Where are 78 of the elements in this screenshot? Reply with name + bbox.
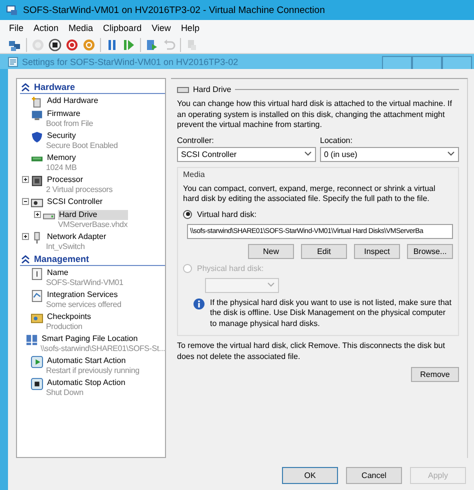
tree-item-detail: Restart if previously running xyxy=(46,366,140,376)
description-text: You can compact, convert, expand, merge, reconnect or shrink a virtual hard disk by editing the associated file. Specify the full path to the file. xyxy=(183,184,436,204)
media-button[interactable]: Inspect xyxy=(354,244,400,258)
collapse-icon[interactable] xyxy=(21,82,30,92)
security-icon xyxy=(31,130,43,142)
menu-item[interactable]: Help xyxy=(176,23,204,33)
field-label: Location: xyxy=(320,136,354,144)
tree-item[interactable]: Automatic Start Action xyxy=(46,356,140,366)
menu-item[interactable]: File xyxy=(4,23,29,33)
tree-item[interactable]: Processor xyxy=(46,174,113,185)
tree-item[interactable]: Automatic Stop Action xyxy=(46,378,126,388)
settings-icon xyxy=(8,56,18,66)
dialog-button[interactable]: Cancel xyxy=(346,467,402,484)
tree-item-detail: Int_vSwitch xyxy=(46,242,86,252)
tree-item-detail: Secure Boot Enabled xyxy=(46,141,118,152)
field-label: Controller: xyxy=(177,136,215,144)
tree-item[interactable]: Smart Paging File Location xyxy=(40,334,165,344)
menu-item[interactable]: Action xyxy=(28,23,64,33)
tree-item-detail: Some services offered xyxy=(46,300,122,310)
radio-label: Physical hard disk: xyxy=(197,264,264,272)
media-button[interactable]: New xyxy=(248,244,294,258)
controller-icon xyxy=(31,196,43,208)
tree-item[interactable]: Network Adapter xyxy=(46,232,108,242)
expand-icon[interactable] xyxy=(34,211,40,218)
menu-item[interactable]: Media xyxy=(64,23,98,33)
tree-item-detail: Shut Down xyxy=(46,388,84,398)
turnoff-icon[interactable] xyxy=(48,38,62,52)
expand-icon[interactable] xyxy=(22,233,28,240)
tree-item[interactable]: Add Hardware xyxy=(46,96,100,106)
tree-item[interactable]: Memory xyxy=(46,152,77,163)
info-icon xyxy=(193,298,205,310)
tree-item[interactable]: Hard Drive xyxy=(58,210,128,220)
tree-item-detail: Production xyxy=(46,322,84,332)
settings-title: Settings for SOFS-StarWind-VM01 on HV2016TP3-02 xyxy=(22,56,238,66)
remove-button[interactable]: Remove xyxy=(411,367,459,382)
radio-label: Virtual hard disk: xyxy=(197,210,256,218)
group-title: Media xyxy=(183,170,206,178)
tree-item[interactable]: Checkpoints xyxy=(46,312,92,322)
name-icon xyxy=(31,268,43,280)
processor-icon xyxy=(31,174,43,186)
collapse-icon[interactable] xyxy=(22,198,28,205)
description-text: To remove the virtual hard disk, click Remove. This disconnects the disk but does not delete the associated file. xyxy=(177,341,446,362)
caret-icon xyxy=(447,151,455,157)
tree-item-detail: 1024 MB xyxy=(46,163,77,174)
tree-item-detail: \\sofs-starwind\SHARE01\SOFS-St... xyxy=(40,344,165,354)
tree-item[interactable]: SCSI Controller xyxy=(46,196,104,207)
tree-item[interactable]: Firmware xyxy=(46,108,93,119)
window-title: SOFS-StarWind-VM01 on HV2016TP3-02 - Virtual Machine Connection xyxy=(23,4,325,16)
tree-item-detail: SOFS-StarWind-VM01 xyxy=(46,278,124,288)
menu-item[interactable]: View xyxy=(146,23,176,33)
section-header[interactable]: Management xyxy=(20,253,165,266)
caret-icon xyxy=(267,282,275,288)
menu-item[interactable]: Clipboard xyxy=(98,23,147,33)
media-button[interactable]: Edit xyxy=(301,244,347,258)
network-icon xyxy=(31,232,43,244)
tree-item[interactable]: Security xyxy=(46,130,118,141)
radio-button[interactable] xyxy=(183,210,192,218)
dialog-button[interactable]: OK xyxy=(282,467,338,484)
group-title: Hard Drive xyxy=(193,85,232,94)
tree-item-detail: VMServerBase.vhdx xyxy=(58,220,128,230)
vm-icon xyxy=(6,4,18,16)
expand-icon[interactable] xyxy=(22,176,28,183)
section-title: Hardware xyxy=(34,82,76,92)
collapse-icon[interactable] xyxy=(21,254,30,264)
section-title: Management xyxy=(34,254,90,264)
caret-icon xyxy=(304,151,312,157)
tree-item[interactable]: Name xyxy=(46,268,124,278)
description-text: You can change how this virtual hard disk is attached to the virtual machine. If an operating system is installed on this disk, changing the attachment might prevent the virtual machine from starting. xyxy=(177,99,453,130)
add-icon xyxy=(31,96,43,108)
firmware-icon xyxy=(31,108,43,120)
location-dropdown[interactable]: 0 (in use) xyxy=(320,146,459,162)
tree-item[interactable]: Integration Services xyxy=(46,290,122,300)
info-text: If the physical hard disk you want to use is not listed, make sure that the disk is offline. Use Disk Management on the physical computer to manage physical hard disks. xyxy=(210,298,452,329)
tree-item-detail: 2 Virtual processors xyxy=(46,185,113,196)
media-button[interactable]: Browse... xyxy=(407,244,453,258)
controller-dropdown[interactable]: SCSI Controller xyxy=(177,146,316,162)
section-header[interactable]: Hardware xyxy=(20,81,165,94)
tree-item-detail: Boot from File xyxy=(46,119,93,130)
